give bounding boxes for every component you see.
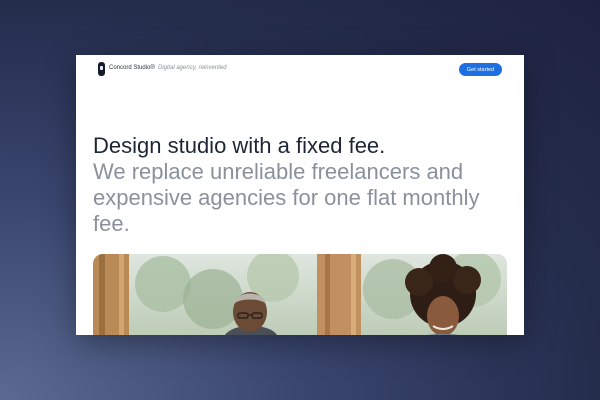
- browser-window: Concord Studio® Digital agency, reinvent…: [76, 55, 524, 335]
- get-started-button[interactable]: Get started: [459, 63, 502, 76]
- hero-section: Design studio with a fixed fee. We repla…: [93, 133, 513, 237]
- hero-photo: [93, 254, 507, 335]
- brand-logo-icon[interactable]: [98, 62, 105, 76]
- hero-headline: Design studio with a fixed fee.: [93, 133, 386, 158]
- brand-name[interactable]: Concord Studio®: [109, 65, 155, 71]
- hero-photo-image: [93, 254, 507, 335]
- brand-tagline: Digital agency, reinvented: [158, 65, 227, 71]
- top-navigation: Concord Studio® Digital agency, reinvent…: [76, 55, 524, 85]
- hero-subline: We replace unreliable freelancers and ex…: [93, 159, 480, 236]
